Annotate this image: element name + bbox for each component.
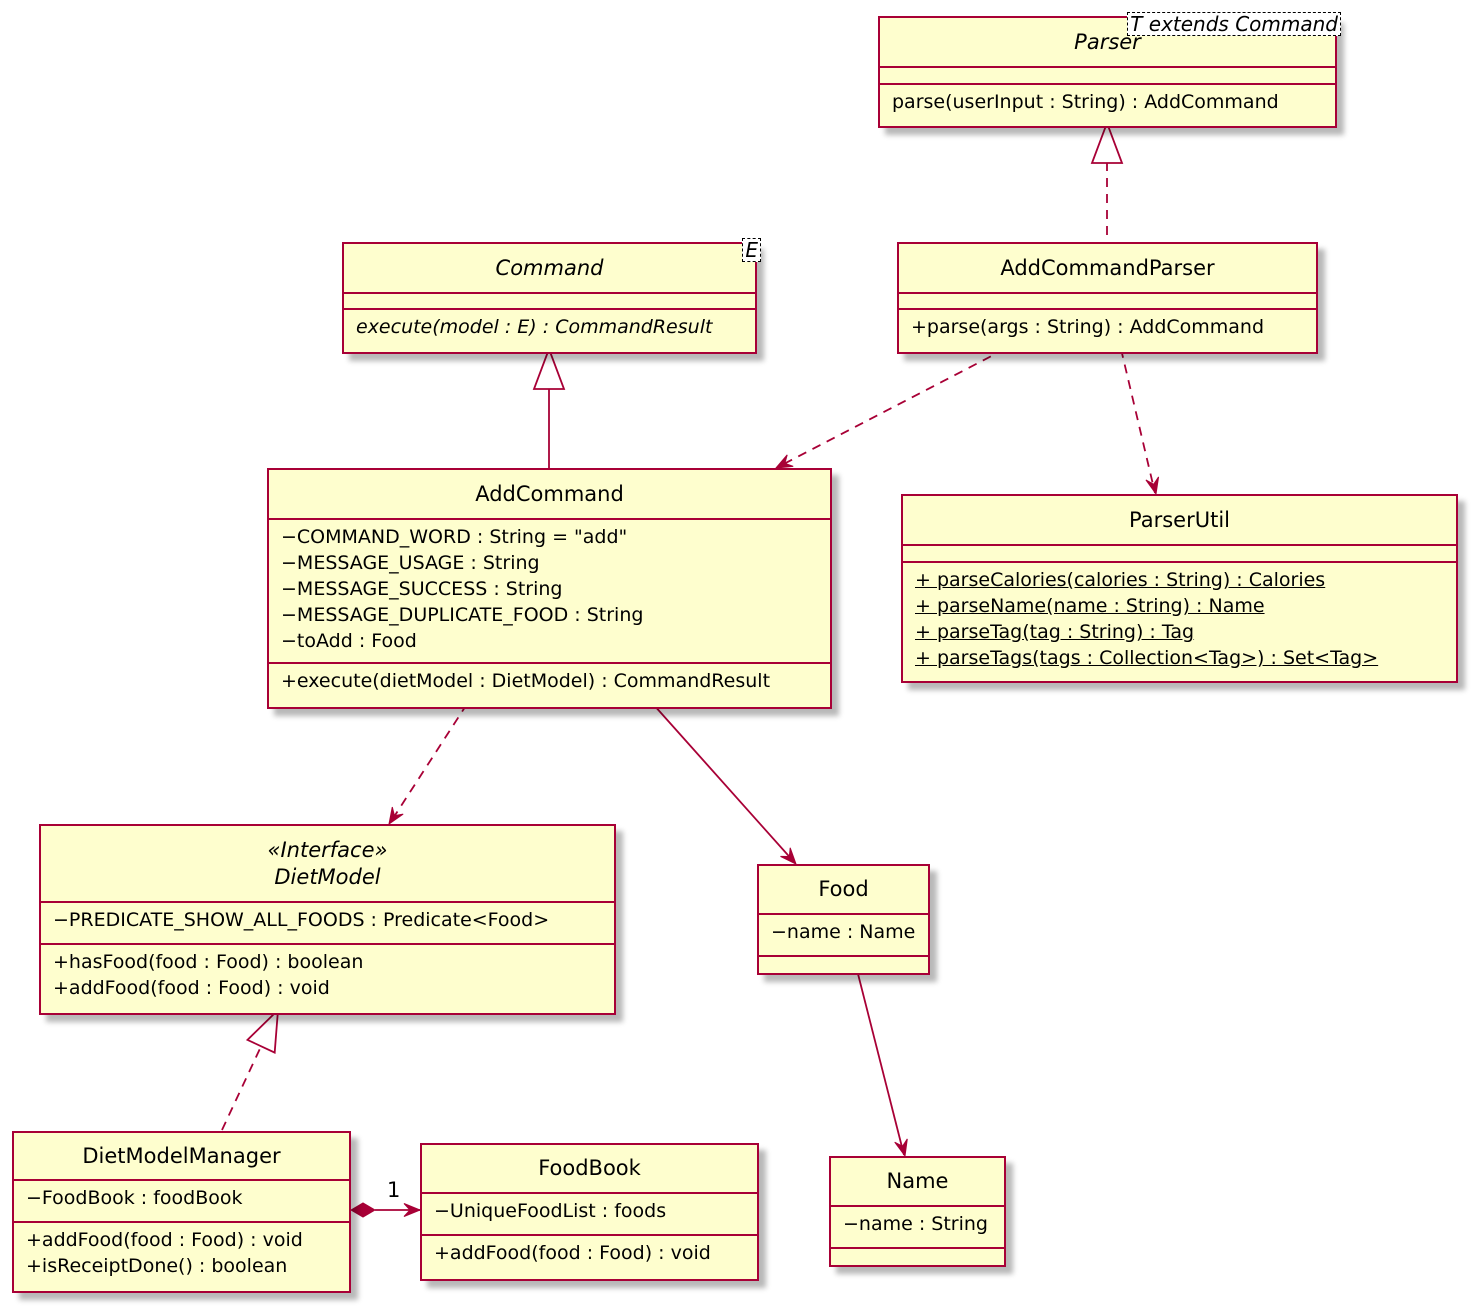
method: + parseTag(tag : String) : Tag	[915, 621, 1195, 643]
attribute: −COMMAND_WORD : String = "add"	[281, 526, 628, 548]
method: +addFood(food : Food) : void	[53, 977, 330, 999]
attribute: −MESSAGE_USAGE : String	[281, 552, 540, 574]
class-name: ParserUtil	[1129, 507, 1230, 532]
attributes-compartment	[899, 294, 1316, 310]
method: +isReceiptDone() : boolean	[26, 1255, 288, 1277]
method: + parseTags(tags : Collection<Tag>) : Se…	[915, 647, 1379, 669]
class-header: Parser T extends Command	[880, 12, 1341, 68]
relation-add-command-parser-to-add-command	[777, 348, 1006, 468]
method: +hasFood(food : Food) : boolean	[53, 951, 364, 973]
generalization-arrow-icon	[532, 346, 566, 390]
class-name: AddCommandParser	[1000, 255, 1215, 280]
methods-compartment: execute(model : E) : CommandResult	[344, 310, 755, 352]
attributes-compartment	[344, 294, 755, 310]
relation-diet-model-manager-to-diet-model	[221, 1045, 262, 1131]
class-food-book[interactable]: FoodBook −UniqueFoodList : foods +addFood(…	[420, 1143, 759, 1281]
class-header: AddCommand	[269, 470, 830, 520]
method: +parse(args : String) : AddCommand	[911, 316, 1265, 338]
class-diagram: 1 Parser T extends Command parse(userInput…	[0, 0, 1477, 1307]
realization-arrow-icon	[245, 1007, 280, 1054]
class-name: Name	[886, 1169, 949, 1193]
class-header: FoodBook	[422, 1145, 757, 1194]
class-name: Food	[818, 877, 869, 901]
class-header: Command E	[344, 238, 761, 294]
class-add-command-parser[interactable]: AddCommandParser +parse(args : String) : …	[897, 242, 1318, 354]
class-header: Food	[759, 866, 928, 915]
relation-add-command-to-diet-model	[389, 703, 468, 824]
attribute: −toAdd : Food	[281, 630, 417, 652]
class-food[interactable]: Food −name : Name	[757, 864, 930, 975]
class-diet-model-manager[interactable]: DietModelManager −FoodBook : foodBook +add…	[12, 1131, 351, 1293]
attributes-compartment	[903, 546, 1456, 563]
class-name[interactable]: Name −name : String	[829, 1156, 1006, 1267]
attributes-compartment: −UniqueFoodList : foods	[422, 1194, 757, 1236]
multiplicity-label: 1	[387, 1178, 401, 1202]
attributes-compartment: −COMMAND_WORD : String = "add" −MESSAGE_U…	[269, 520, 830, 664]
class-parser[interactable]: Parser T extends Command parse(userInput :…	[878, 12, 1341, 128]
class-name: DietModelManager	[82, 1143, 281, 1168]
method: + parseName(name : String) : Name	[915, 595, 1265, 617]
attributes-compartment: −PREDICATE_SHOW_ALL_FOODS : Predicate<Fo…	[41, 903, 614, 945]
methods-compartment	[831, 1249, 1004, 1265]
dependency-arrow-icon	[388, 806, 404, 826]
attribute: −MESSAGE_DUPLICATE_FOOD : String	[281, 604, 644, 626]
class-diet-model[interactable]: «Interface» DietModel −PREDICATE_SHOW_ALL_…	[39, 824, 616, 1015]
class-header: «Interface» DietModel	[41, 826, 614, 903]
composition-diamond-icon	[350, 1202, 376, 1218]
methods-compartment: +addFood(food : Food) : void +isReceiptDo…	[14, 1223, 349, 1291]
method: + parseCalories(calories : String) : Cal…	[915, 569, 1326, 591]
method: parse(userInput : String) : AddCommand	[892, 91, 1279, 113]
methods-compartment: +addFood(food : Food) : void	[422, 1236, 757, 1279]
class-command[interactable]: Command Eexecute(model : E) : CommandResu…	[342, 238, 761, 354]
attribute: −name : Name	[771, 921, 916, 943]
methods-compartment	[759, 957, 928, 973]
methods-compartment: +execute(dietModel : DietModel) : Comman…	[269, 664, 830, 707]
methods-compartment: + parseCalories(calories : String) : Cal…	[903, 563, 1456, 681]
method: +addFood(food : Food) : void	[26, 1229, 303, 1251]
method: execute(model : E) : CommandResult	[356, 316, 713, 338]
class-header: Name	[831, 1158, 1004, 1207]
class-name: Command	[495, 255, 604, 280]
class-add-command[interactable]: AddCommand −COMMAND_WORD : String = "add"…	[267, 468, 832, 709]
methods-compartment: +parse(args : String) : AddCommand	[899, 310, 1316, 352]
class-name: DietModel	[274, 864, 381, 889]
attributes-compartment: −name : Name	[759, 915, 928, 957]
attribute: −FoodBook : foodBook	[26, 1187, 243, 1209]
class-name: FoodBook	[538, 1156, 641, 1180]
class-parser-util[interactable]: ParserUtil + parseCalories(calories : St…	[901, 494, 1458, 683]
template-parameter: T extends Command	[1127, 12, 1341, 36]
attribute: −PREDICATE_SHOW_ALL_FOODS : Predicate<Fo…	[53, 909, 550, 931]
attribute: −UniqueFoodList : foods	[434, 1200, 667, 1222]
realization-arrow-icon	[1090, 120, 1124, 164]
attributes-compartment: −FoodBook : foodBook	[14, 1181, 349, 1223]
template-parameter: E	[742, 238, 761, 262]
relation-add-command-parser-to-parser-util	[1120, 348, 1156, 494]
attributes-compartment	[880, 68, 1335, 85]
methods-compartment: parse(userInput : String) : AddCommand	[880, 85, 1335, 126]
class-name: AddCommand	[475, 481, 624, 506]
methods-compartment: +hasFood(food : Food) : boolean +addFood(…	[41, 945, 614, 1013]
method: +addFood(food : Food) : void	[434, 1242, 711, 1264]
class-header: DietModelManager	[14, 1133, 349, 1181]
attribute: −name : String	[843, 1213, 988, 1235]
class-header: ParserUtil	[903, 496, 1456, 546]
relation-add-command-to-food	[652, 703, 796, 864]
class-header: AddCommandParser	[899, 244, 1316, 294]
attributes-compartment: −name : String	[831, 1207, 1004, 1249]
relation-food-to-name	[856, 969, 905, 1156]
method: +execute(dietModel : DietModel) : Comman…	[281, 670, 771, 692]
stereotype-label: «Interface»	[267, 837, 388, 862]
attribute: −MESSAGE_SUCCESS : String	[281, 578, 563, 600]
